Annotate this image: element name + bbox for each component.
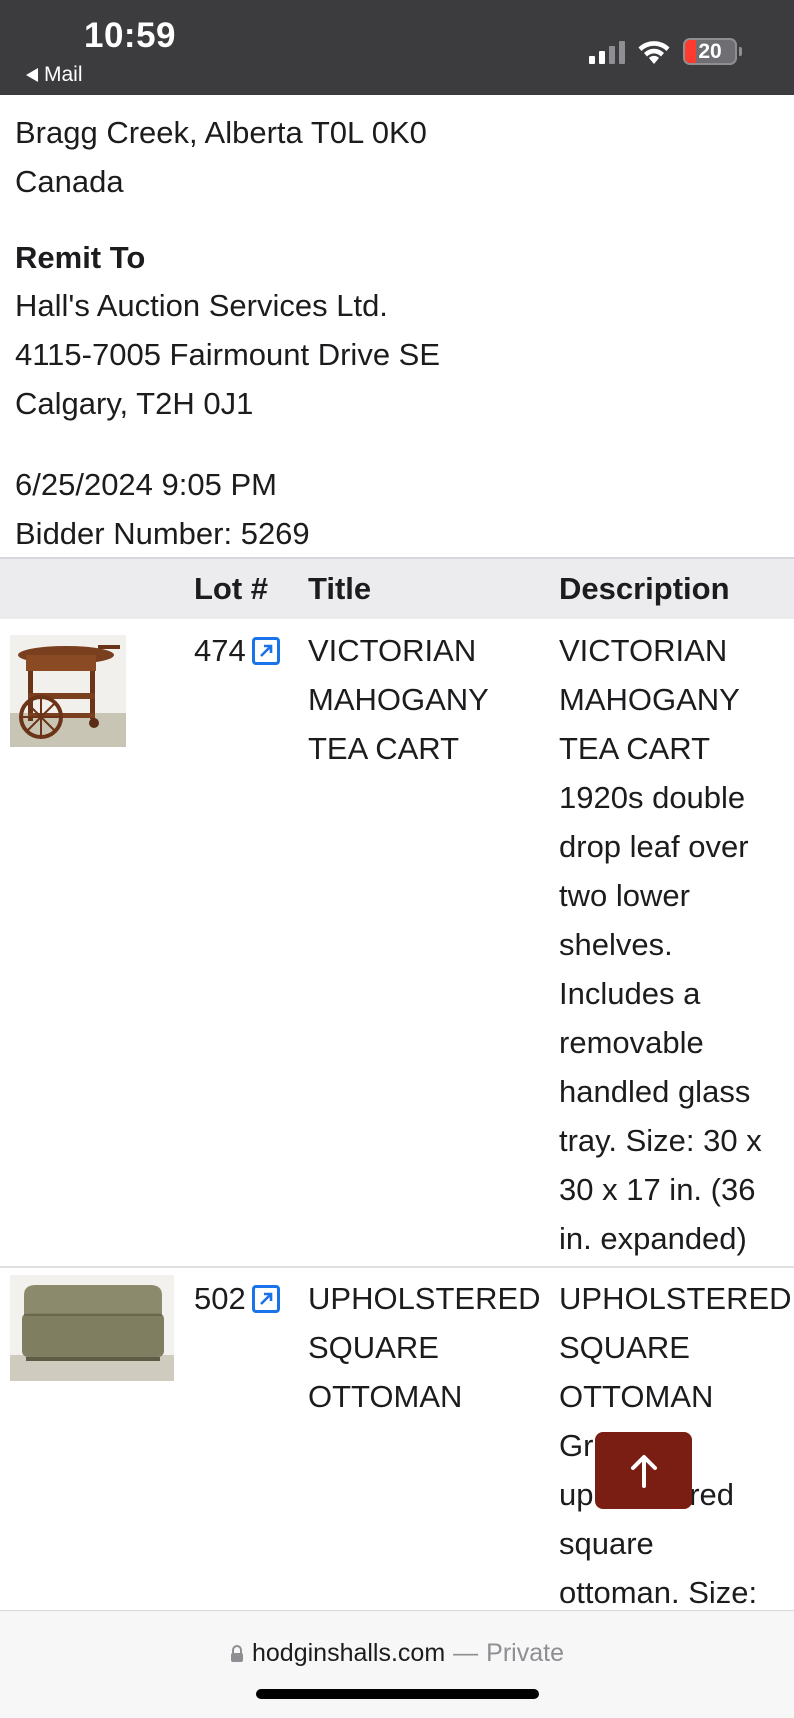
remit-street: 4115-7005 Fairmount Drive SE <box>15 337 441 372</box>
row-divider <box>0 1266 794 1268</box>
external-link-icon[interactable] <box>251 636 280 665</box>
row-2-lot: 502 <box>194 1274 280 1323</box>
tea-cart-image <box>10 635 126 747</box>
header-description: Description <box>559 571 730 606</box>
arrow-up-icon <box>630 1454 657 1488</box>
back-app-label: Mail <box>44 63 83 86</box>
header-title: Title <box>308 571 372 606</box>
private-label: Private <box>486 1639 564 1667</box>
item-thumbnail-ottoman[interactable] <box>10 1275 174 1386</box>
signal-icon <box>589 40 625 64</box>
header-lot: Lot # <box>194 571 269 606</box>
address-bar[interactable]: hodginshalls.com — Private <box>0 1639 794 1668</box>
back-arrow-icon <box>26 68 38 82</box>
status-time: 10:59 <box>84 16 177 55</box>
item-thumbnail-tea-cart[interactable] <box>10 635 126 752</box>
row-1-description: VICTORIAN MAHOGANY TEA CART 1920s double… <box>559 633 762 1256</box>
remit-city: Calgary, T2H 0J1 <box>15 386 254 421</box>
remit-name: Hall's Auction Services Ltd. <box>15 288 388 323</box>
external-link-icon[interactable] <box>251 1284 280 1313</box>
battery-level: 20 <box>698 40 722 63</box>
remit-heading: Remit To <box>15 240 146 275</box>
invoice-datetime: 6/25/2024 9:05 PM <box>15 467 277 502</box>
home-indicator[interactable] <box>256 1689 539 1699</box>
back-to-mail[interactable]: Mail <box>26 63 83 87</box>
wifi-icon <box>638 40 670 64</box>
bidder-number: Bidder Number: 5269 <box>15 516 310 551</box>
address-line-1: Bragg Creek, Alberta T0L 0K0 <box>15 115 427 150</box>
row-1-title: VICTORIAN MAHOGANY TEA CART <box>308 633 489 766</box>
battery-icon: 20 <box>683 38 742 65</box>
row-1-lot: 474 <box>194 626 280 675</box>
status-bar: 10:59 Mail 20 <box>0 0 794 95</box>
ottoman-image <box>10 1275 174 1381</box>
row-2-title: UPHOLSTERED SQUARE OTTOMAN <box>308 1281 541 1414</box>
status-indicators: 20 <box>589 38 742 65</box>
address-line-2: Canada <box>15 164 124 199</box>
lot-number: 474 <box>194 633 246 668</box>
table-header: Lot # Title Description <box>0 557 794 619</box>
browser-bottom-bar: hodginshalls.com — Private <box>0 1610 794 1718</box>
lock-icon <box>231 1644 243 1662</box>
lot-number: 502 <box>194 1281 246 1316</box>
url-separator: — <box>453 1639 479 1667</box>
url-domain: hodginshalls.com <box>252 1639 446 1667</box>
scroll-to-top-button[interactable] <box>595 1432 692 1509</box>
